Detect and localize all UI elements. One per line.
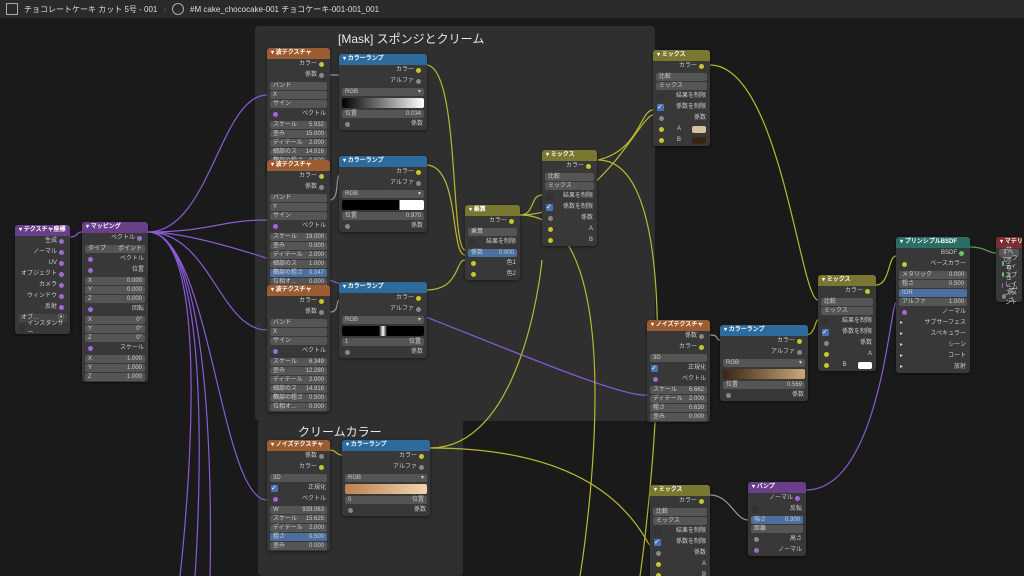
gradient[interactable] bbox=[342, 326, 424, 336]
node-mapping[interactable]: マッピング ベクトル タイプポイント ベクトル 位置 X0.000 Y0.000… bbox=[82, 222, 148, 382]
gradient[interactable] bbox=[723, 369, 805, 379]
node-bump[interactable]: バンプ ノーマル 反転 強さ0.300 距離 高さ ノーマル bbox=[748, 482, 806, 556]
node-colorramp-2[interactable]: カラーランプ カラー アルファ RGB▾ 位置0.970 係数 bbox=[339, 156, 427, 232]
node-wave-3[interactable]: 波テクスチャ カラー 係数 バンド X サイン ベクトル スケール6.349 歪… bbox=[267, 285, 330, 412]
node-colorramp-right[interactable]: カラーランプ カラー アルファ RGB▾ 位置0.569 係数 bbox=[720, 325, 808, 401]
node-header[interactable]: テクスチャ座標 bbox=[15, 225, 70, 236]
object-icon bbox=[6, 3, 18, 15]
node-mix-multiply[interactable]: 乗算 カラー 乗算 結果を制限 係数0.000 色1 色2 bbox=[465, 205, 520, 280]
node-mix-side[interactable]: ミックス カラー 比較 ミックス 結果を制限 係数を制限 係数 A B bbox=[818, 275, 876, 371]
breadcrumb[interactable]: チョコレートケーキ カット 5号 - 001 › #M cake_chococa… bbox=[0, 0, 1024, 18]
node-mix-bottom[interactable]: ミックス カラー 比較 ミックス 結果を制限 係数を制限 係数 A B bbox=[650, 485, 710, 576]
chevron-right-icon: › bbox=[163, 5, 166, 14]
node-colorramp-3[interactable]: カラーランプ カラー アルファ RGB▾ 1位置 係数 bbox=[339, 282, 427, 358]
node-principled-bsdf[interactable]: プリンシプルBSDF BSDF ベースカラー メタリック0.000 粗さ0.50… bbox=[896, 237, 970, 373]
frame-mask-label: [Mask] スポンジとクリーム bbox=[338, 30, 484, 47]
gradient[interactable] bbox=[345, 484, 427, 494]
node-texture-coordinate[interactable]: テクスチャ座標 生成 ノーマル UV オブジェクト カメラ ウィンドウ 反射 オ… bbox=[15, 225, 70, 334]
breadcrumb-material[interactable]: #M cake_chococake-001 チョコケーキ-001-001_001 bbox=[190, 4, 379, 15]
breadcrumb-object[interactable]: チョコレートケーキ カット 5号 - 001 bbox=[24, 4, 157, 15]
node-header[interactable]: マッピング bbox=[82, 222, 148, 233]
frame-cream-label: クリームカラー bbox=[298, 423, 382, 440]
material-icon bbox=[172, 3, 184, 15]
node-material-output[interactable]: マテリアル出力 すべて サーフェス ボリューム ディスプレイスメント 厚さ bbox=[996, 237, 1022, 302]
node-noise-cream[interactable]: ノイズテクスチャ 係数 カラー 3D 正規化 ベクトル W939.063 スケー… bbox=[267, 440, 330, 551]
node-wave-1[interactable]: 波テクスチャ カラー 係数 バンド X サイン ベクトル スケール5.932 歪… bbox=[267, 48, 330, 175]
node-colorramp-cream[interactable]: カラーランプ カラー アルファ RGB▾ 0位置 係数 bbox=[342, 440, 430, 516]
node-wave-2[interactable]: 波テクスチャ カラー 係数 バンド Y サイン ベクトル スケール19.000 … bbox=[267, 160, 330, 287]
gradient[interactable] bbox=[342, 98, 424, 108]
node-noise-2[interactable]: ノイズテクスチャ 係数 カラー 3D 正規化 ベクトル スケール6.662 ディ… bbox=[647, 320, 710, 422]
gradient[interactable] bbox=[342, 200, 424, 210]
node-mix-2[interactable]: ミックス カラー 比較 ミックス 結果を制限 係数を制限 係数 A B bbox=[542, 150, 597, 246]
node-mix-top[interactable]: ミックス カラー 比較 ミックス 結果を制限 係数を制限 係数 A B bbox=[653, 50, 710, 146]
node-colorramp-1[interactable]: カラーランプ カラー アルファ RGB▾ 位置0.034 係数 bbox=[339, 54, 427, 130]
